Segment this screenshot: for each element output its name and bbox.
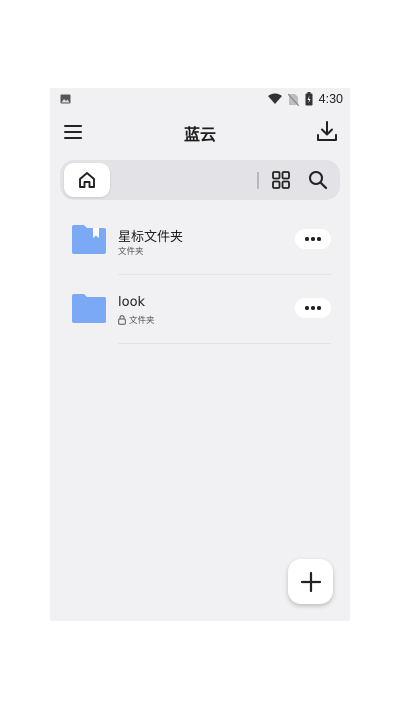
more-options-button[interactable] bbox=[295, 229, 331, 249]
plus-icon bbox=[300, 571, 321, 592]
folder-icon bbox=[72, 294, 106, 323]
file-name: 星标文件夹 bbox=[118, 230, 184, 245]
list-item[interactable]: 星标文件夹 文件夹 bbox=[50, 206, 350, 275]
file-type: 文件夹 bbox=[118, 314, 155, 326]
more-options-button[interactable] bbox=[295, 298, 331, 318]
search-icon[interactable] bbox=[307, 169, 329, 191]
file-name: look bbox=[118, 295, 146, 310]
navigation-toolbar bbox=[60, 160, 340, 200]
wifi-icon bbox=[267, 93, 282, 104]
file-list: 星标文件夹 文件夹 look 文件夹 bbox=[50, 206, 350, 344]
app-screen: 4:30 蓝云 星标文件夹 文件夹 look 文件夹 bbox=[50, 88, 350, 621]
add-button[interactable] bbox=[288, 559, 333, 604]
more-dots-icon bbox=[305, 306, 309, 310]
toolbar-divider bbox=[257, 172, 259, 189]
status-bar: 4:30 bbox=[50, 88, 350, 110]
file-type-label: 文件夹 bbox=[118, 247, 144, 257]
image-notification-icon bbox=[60, 94, 71, 104]
file-type-label: 文件夹 bbox=[129, 316, 155, 326]
home-icon bbox=[79, 172, 95, 188]
list-item[interactable]: look 文件夹 bbox=[50, 275, 350, 344]
download-icon[interactable] bbox=[316, 120, 338, 144]
app-bar: 蓝云 bbox=[50, 110, 350, 154]
home-button[interactable] bbox=[64, 163, 110, 197]
battery-icon bbox=[305, 92, 313, 106]
lock-icon bbox=[118, 315, 126, 325]
page-title: 蓝云 bbox=[183, 125, 216, 144]
bookmark-folder-icon bbox=[72, 225, 106, 254]
divider bbox=[118, 343, 331, 344]
grid-view-icon[interactable] bbox=[270, 169, 292, 191]
status-icons: 4:30 bbox=[267, 91, 343, 107]
clock: 4:30 bbox=[318, 92, 343, 106]
no-sim-icon bbox=[287, 93, 299, 106]
more-dots-icon bbox=[305, 237, 309, 241]
file-type: 文件夹 bbox=[118, 245, 144, 257]
